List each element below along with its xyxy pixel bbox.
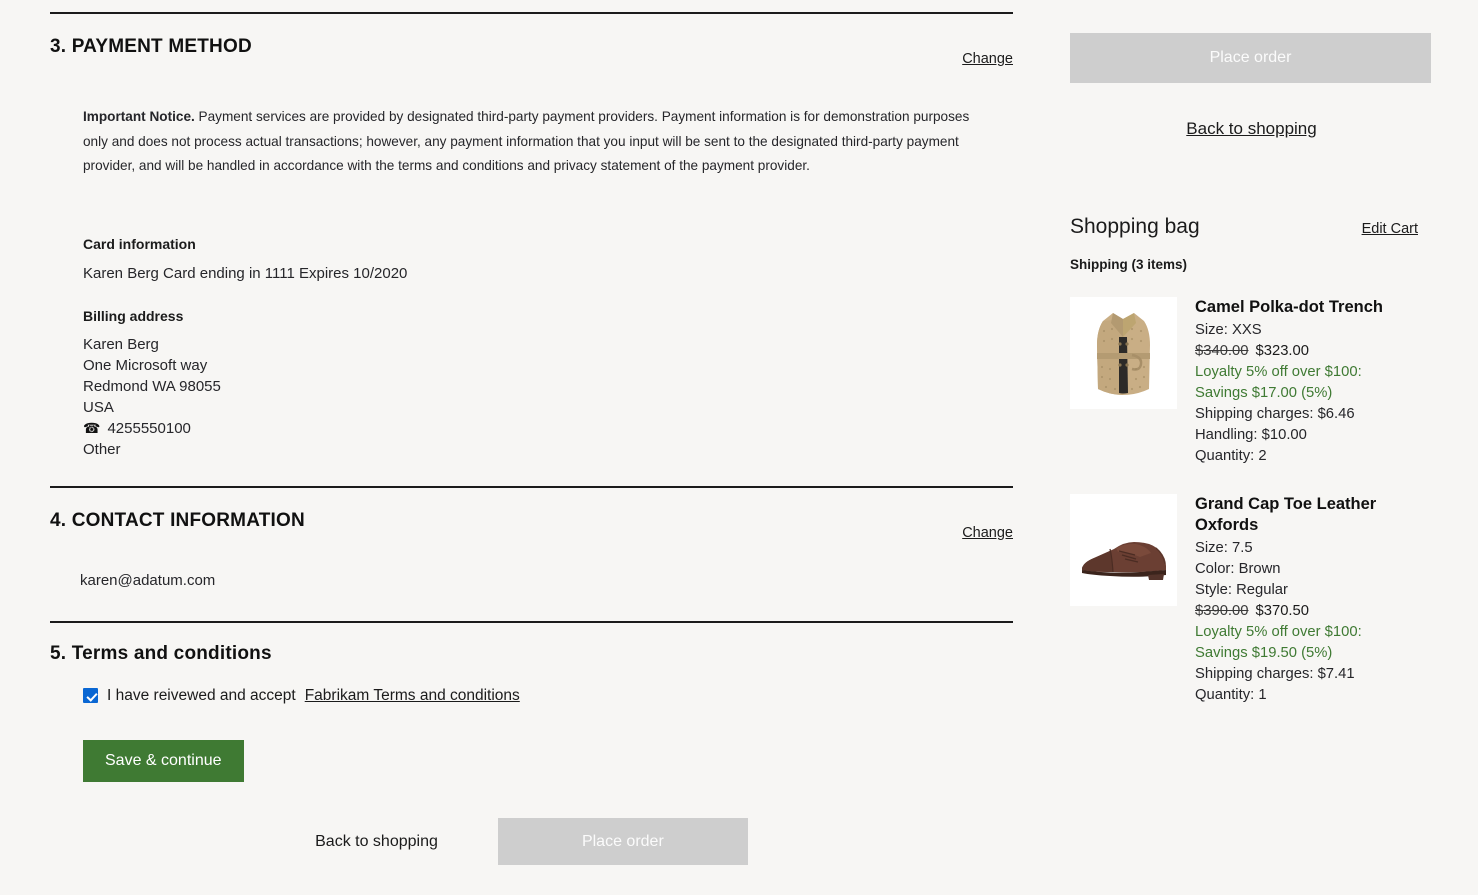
cart-item-attribute: Style: Regular	[1195, 580, 1433, 601]
payment-method-title: 3. PAYMENT METHOD	[50, 36, 252, 58]
terms-consent-row: I have reivewed and accept Fabrikam Term…	[83, 687, 1013, 705]
cart-item-original-price: $390.00	[1195, 603, 1249, 619]
billing-city-state-zip: Redmond WA 98055	[83, 376, 1013, 397]
cart-item-name: Camel Polka-dot Trench	[1195, 297, 1433, 318]
shipping-item-count: Shipping (3 items)	[1070, 257, 1433, 272]
billing-street: One Microsoft way	[83, 355, 1013, 376]
notice-bold-label: Important Notice.	[83, 109, 195, 124]
save-and-continue-button[interactable]: Save & continue	[83, 740, 244, 782]
cart-item: Grand Cap Toe Leather Oxfords Size: 7.5 …	[1070, 494, 1433, 706]
cart-item-attribute: Color: Brown	[1195, 559, 1433, 580]
terms-consent-label: I have reivewed and accept	[107, 687, 296, 705]
billing-phone-type: Other	[83, 439, 1013, 460]
shopping-bag-title: Shopping bag	[1070, 215, 1200, 239]
checkout-page: 3. PAYMENT METHOD Change Important Notic…	[0, 0, 1478, 895]
payment-method-header: 3. PAYMENT METHOD Change	[50, 14, 1013, 67]
cart-item-original-price: $340.00	[1195, 343, 1249, 359]
cart-item-current-price: $370.50	[1256, 603, 1310, 619]
cart-item-shipping-charges: Shipping charges: $7.41	[1195, 664, 1433, 685]
payment-change-link[interactable]: Change	[962, 51, 1013, 67]
contact-information-header: 4. CONTACT INFORMATION Change	[50, 488, 1013, 541]
cart-item-details: Camel Polka-dot Trench Size: XXS $340.00…	[1195, 297, 1433, 467]
edit-cart-link[interactable]: Edit Cart	[1362, 221, 1418, 237]
cart-item-promo-savings: Savings $19.50 (5%)	[1195, 643, 1433, 664]
cart-item-promo-label: Loyalty 5% off over $100:	[1195, 622, 1433, 643]
shopping-bag-header: Shopping bag Edit Cart	[1070, 215, 1431, 239]
product-thumbnail-camel-trench-coat[interactable]	[1070, 297, 1177, 409]
terms-conditions-title: 5. Terms and conditions	[50, 643, 1013, 665]
cart-item-shipping-charges: Shipping charges: $6.46	[1195, 404, 1433, 425]
sidebar-place-order-button[interactable]: Place order	[1070, 33, 1431, 83]
bottom-place-order-button[interactable]: Place order	[498, 818, 748, 865]
order-summary-sidebar: Place order Back to shopping Shopping ba…	[1070, 33, 1433, 706]
payment-important-notice: Important Notice. Payment services are p…	[83, 105, 973, 179]
sidebar-back-to-shopping-link[interactable]: Back to shopping	[1070, 119, 1433, 139]
terms-accept-checkbox[interactable]	[83, 688, 98, 703]
contact-terms-divider	[50, 621, 1013, 623]
billing-country: USA	[83, 397, 1013, 418]
fabrikam-terms-link[interactable]: Fabrikam Terms and conditions	[305, 687, 520, 705]
cart-item-attribute: Size: XXS	[1195, 320, 1433, 341]
checkout-main-column: 3. PAYMENT METHOD Change Important Notic…	[50, 0, 1013, 782]
bottom-back-to-shopping-link[interactable]: Back to shopping	[315, 833, 438, 851]
cart-item: Camel Polka-dot Trench Size: XXS $340.00…	[1070, 297, 1433, 467]
cart-item-handling: Handling: $10.00	[1195, 425, 1433, 446]
product-thumbnail-brown-oxford-shoe[interactable]	[1070, 494, 1177, 606]
cart-item-quantity: Quantity: 2	[1195, 446, 1433, 467]
cart-item-details: Grand Cap Toe Leather Oxfords Size: 7.5 …	[1195, 494, 1433, 706]
cart-item-promo-label: Loyalty 5% off over $100:	[1195, 362, 1433, 383]
notice-body-text: Payment services are provided by designa…	[83, 109, 969, 173]
checkout-bottom-bar: Back to shopping Place order	[50, 818, 1013, 865]
cart-item-attribute: Size: 7.5	[1195, 538, 1433, 559]
billing-address-block: Karen Berg One Microsoft way Redmond WA …	[83, 334, 1013, 460]
billing-address-label: Billing address	[83, 308, 1013, 324]
billing-name: Karen Berg	[83, 334, 1013, 355]
contact-email-value: karen@adatum.com	[80, 572, 1013, 589]
card-information-value: Karen Berg Card ending in 1111 Expires 1…	[83, 263, 1013, 284]
cart-item-price-row: $340.00 $323.00	[1195, 341, 1433, 362]
cart-item-current-price: $323.00	[1256, 343, 1310, 359]
billing-phone-number: 4255550100	[107, 418, 190, 439]
card-information-label: Card information	[83, 236, 1013, 252]
cart-item-promo-savings: Savings $17.00 (5%)	[1195, 383, 1433, 404]
billing-phone-row: ☎︎ 4255550100	[83, 418, 1013, 439]
cart-item-quantity: Quantity: 1	[1195, 685, 1433, 706]
cart-item-price-row: $390.00 $370.50	[1195, 601, 1433, 622]
phone-icon: ☎︎	[83, 421, 100, 435]
cart-item-name: Grand Cap Toe Leather Oxfords	[1195, 494, 1433, 536]
contact-change-link[interactable]: Change	[962, 525, 1013, 541]
contact-information-title: 4. CONTACT INFORMATION	[50, 510, 305, 532]
